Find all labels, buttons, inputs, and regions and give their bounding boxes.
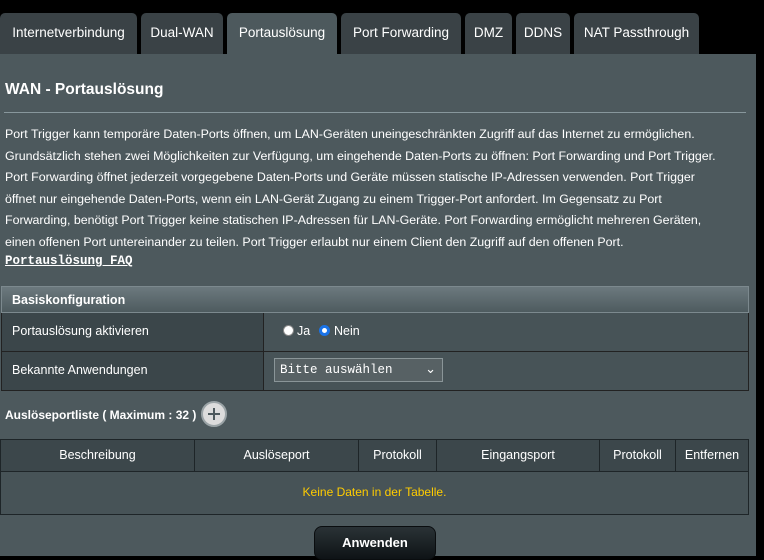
page-title: WAN - Portauslösung — [5, 81, 164, 98]
tab-dmz[interactable]: DMZ — [465, 13, 512, 54]
col-protokoll-2: Protokoll — [600, 440, 676, 471]
trigger-list-title: Auslöseportliste ( Maximum : 32 ) — [5, 408, 197, 422]
basic-config-table: Basiskonfiguration Portauslösung aktivie… — [1, 286, 749, 391]
description-line: Grundsätzlich stehen zwei Möglichkeiten … — [5, 148, 716, 163]
description-line: Port Trigger kann temporäre Daten-Ports … — [5, 127, 695, 141]
col-eingangsport: Eingangsport — [437, 440, 600, 471]
col-entfernen: Entfernen — [684, 448, 740, 462]
faq-link[interactable]: Portauslösung FAQ — [5, 254, 133, 268]
apps-select-value: Bitte auswählen — [280, 363, 393, 377]
title-divider — [4, 112, 746, 113]
radio-no-label[interactable]: Nein — [334, 324, 360, 338]
description: Port Trigger kann temporäre Daten-Ports … — [5, 124, 753, 253]
chevron-down-icon: ⌄ — [425, 362, 436, 377]
tab-internetverbindung[interactable]: Internetverbindung — [0, 13, 137, 54]
apps-select[interactable]: Bitte auswählen ⌄ — [274, 358, 443, 382]
apps-value: Bitte auswählen ⌄ — [264, 352, 748, 390]
trigger-list-table: Beschreibung Auslöseport Protokoll Einga… — [0, 439, 749, 515]
apply-button[interactable]: Anwenden — [314, 526, 436, 560]
radio-yes[interactable] — [283, 325, 294, 336]
apps-label: Bekannte Anwendungen — [2, 352, 264, 390]
col-protokoll: Protokoll — [359, 440, 437, 471]
tab-portausloesung[interactable]: Portauslösung — [227, 13, 337, 54]
enable-label: Portauslösung aktivieren — [2, 313, 264, 351]
radio-no[interactable] — [319, 325, 330, 336]
apps-row: Bekannte Anwendungen Bitte auswählen ⌄ — [1, 352, 749, 391]
tab-dual-wan[interactable]: Dual-WAN — [141, 13, 223, 54]
add-icon[interactable] — [201, 401, 227, 427]
empty-table-message: Keine Daten in der Tabelle. — [0, 472, 749, 515]
tab-ddns[interactable]: DDNS — [516, 13, 570, 54]
enable-row: Portauslösung aktivieren Ja Nein — [1, 313, 749, 352]
description-line: einen offenen Port untereinander zu teil… — [5, 234, 624, 249]
trigger-list-header: Beschreibung Auslöseport Protokoll Einga… — [0, 439, 749, 472]
tab-nat-passthrough[interactable]: NAT Passthrough — [574, 13, 699, 54]
basic-config-header: Basiskonfiguration — [1, 286, 749, 313]
col-ausloeseport: Auslöseport — [195, 440, 359, 471]
radio-yes-label[interactable]: Ja — [297, 324, 310, 338]
description-line: Port Forwarding öffnet jederzeit vorgege… — [5, 170, 695, 184]
enable-value: Ja Nein — [264, 313, 748, 351]
col-beschreibung: Beschreibung — [1, 440, 195, 471]
tab-port-forwarding[interactable]: Port Forwarding — [341, 13, 461, 54]
description-line: Forwarding, benötigt Port Trigger keine … — [5, 213, 702, 227]
description-line: öffnet nur eingehende Daten-Ports, wenn … — [5, 191, 662, 206]
tab-bar: Internetverbindung Dual-WAN Portauslösun… — [0, 0, 764, 54]
